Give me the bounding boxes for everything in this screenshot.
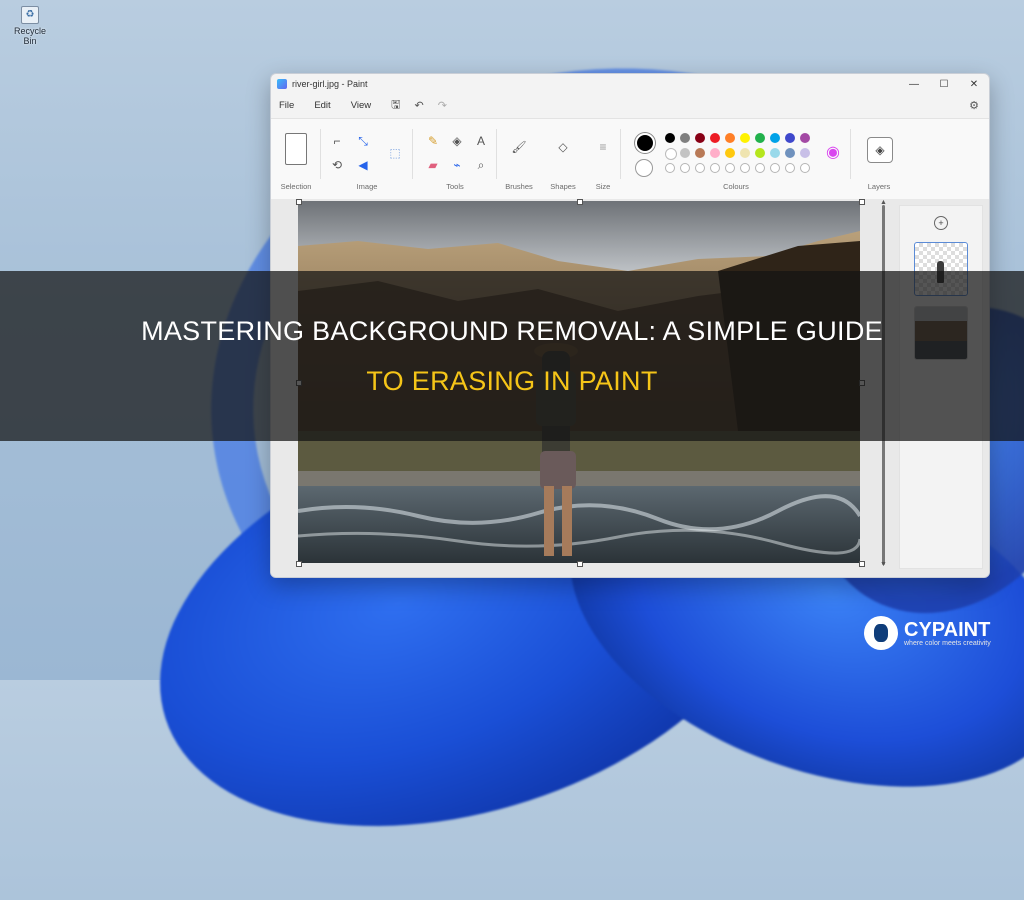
shapes-icon[interactable]: ◇ xyxy=(555,139,571,155)
magnifier-icon[interactable]: ⌕ xyxy=(473,157,489,173)
pencil-icon[interactable]: ✎ xyxy=(425,133,441,149)
canvas-resize-handle[interactable] xyxy=(577,199,583,205)
brand-logo: CYPAINT where color meets creativity xyxy=(864,616,991,650)
color-swatch[interactable] xyxy=(725,148,735,158)
headline-line-2: TO ERASING IN PAINT xyxy=(366,366,658,396)
selection-tool-icon[interactable] xyxy=(285,133,307,165)
color-swatch[interactable] xyxy=(740,133,750,143)
save-icon[interactable]: 🖫 xyxy=(391,96,400,115)
canvas-resize-handle[interactable] xyxy=(859,561,865,567)
group-layers: ◈ Layers xyxy=(863,125,895,195)
color-swatch[interactable] xyxy=(680,133,690,143)
group-colours: ◉ Colours xyxy=(621,125,851,195)
empty-color-slot[interactable] xyxy=(710,163,720,173)
text-icon[interactable]: A xyxy=(473,133,489,149)
menu-bar: File Edit View 🖫 ↶ ↷ ⚙ xyxy=(271,94,989,116)
menu-view[interactable]: View xyxy=(351,100,371,111)
size-icon[interactable]: ≡ xyxy=(595,139,611,155)
menu-edit[interactable]: Edit xyxy=(314,100,330,111)
color-swatch[interactable] xyxy=(710,133,720,143)
recycle-bin-icon: ♻ xyxy=(21,6,39,24)
edit-colors-icon[interactable]: ◉ xyxy=(825,145,841,161)
eraser-icon[interactable]: ▰ xyxy=(425,157,441,173)
headline-line-1: MASTERING BACKGROUND REMOVAL: A SIMPLE G… xyxy=(141,316,883,346)
color-picker-icon[interactable]: ⌁ xyxy=(449,157,465,173)
color-swatch[interactable] xyxy=(755,148,765,158)
group-label: Brushes xyxy=(505,182,533,191)
menu-file[interactable]: File xyxy=(279,100,294,111)
empty-color-slot[interactable] xyxy=(665,163,675,173)
group-size: ≡ Size xyxy=(585,125,621,195)
empty-color-slot[interactable] xyxy=(695,163,705,173)
minimize-button[interactable]: — xyxy=(899,79,929,90)
resize-icon[interactable]: ⤡ xyxy=(355,133,371,149)
settings-gear-icon[interactable]: ⚙ xyxy=(969,99,979,112)
empty-color-slot[interactable] xyxy=(785,163,795,173)
brand-splat-icon xyxy=(864,616,898,650)
title-bar[interactable]: river-girl.jpg - Paint — ☐ ✕ xyxy=(271,74,989,94)
brand-tagline: where color meets creativity xyxy=(904,639,991,647)
color-swatch[interactable] xyxy=(785,148,795,158)
color-swatch[interactable] xyxy=(695,133,705,143)
remove-background-icon[interactable]: ⬚ xyxy=(387,145,403,161)
canvas-resize-handle[interactable] xyxy=(577,561,583,567)
canvas-resize-handle[interactable] xyxy=(296,561,302,567)
desktop-icon-label: Recycle Bin xyxy=(13,26,46,46)
redo-icon[interactable]: ↷ xyxy=(438,99,447,112)
group-shapes: ◇ Shapes xyxy=(541,125,585,195)
undo-icon[interactable]: ↶ xyxy=(414,99,423,112)
empty-color-slot[interactable] xyxy=(740,163,750,173)
color-swatch[interactable] xyxy=(680,148,690,158)
close-button[interactable]: ✕ xyxy=(959,79,989,90)
group-label: Shapes xyxy=(550,182,576,191)
empty-color-slot[interactable] xyxy=(800,163,810,173)
brush-icon[interactable]: 🖌 xyxy=(511,139,527,155)
color-swatch[interactable] xyxy=(785,133,795,143)
color-swatch[interactable] xyxy=(800,148,810,158)
brand-name: CYPAINT xyxy=(904,618,991,641)
color-swatch[interactable] xyxy=(770,148,780,158)
rotate-icon[interactable]: ⟲ xyxy=(329,157,345,173)
flip-icon[interactable]: ◀ xyxy=(355,157,371,173)
color-swatch[interactable] xyxy=(740,148,750,158)
group-label: Image xyxy=(356,182,378,191)
group-label: Size xyxy=(595,182,611,191)
canvas-resize-handle[interactable] xyxy=(296,199,302,205)
ribbon: Selection ⌐ ⤡ ⟲ ◀ ⬚ Image ✎ ◈ A ▰ ⌁ ⌕ To… xyxy=(271,118,989,200)
color-swatch[interactable] xyxy=(710,148,720,158)
group-label: Tools xyxy=(446,182,464,191)
color-swatch[interactable] xyxy=(665,148,677,160)
layers-button[interactable]: ◈ xyxy=(867,137,893,163)
secondary-color[interactable] xyxy=(635,159,653,177)
group-tools: ✎ ◈ A ▰ ⌁ ⌕ Tools xyxy=(413,125,497,195)
canvas-resize-handle[interactable] xyxy=(859,199,865,205)
color-swatch[interactable] xyxy=(800,133,810,143)
empty-color-slot[interactable] xyxy=(680,163,690,173)
fill-icon[interactable]: ◈ xyxy=(449,133,465,149)
color-swatch[interactable] xyxy=(725,133,735,143)
color-swatch[interactable] xyxy=(755,133,765,143)
crop-icon[interactable]: ⌐ xyxy=(329,133,345,149)
window-title: river-girl.jpg - Paint xyxy=(292,79,368,89)
group-label: Colours xyxy=(723,182,749,191)
group-brushes: 🖌 Brushes xyxy=(497,125,541,195)
group-selection: Selection xyxy=(271,125,321,195)
color-swatch[interactable] xyxy=(770,133,780,143)
headline-band xyxy=(0,271,1024,441)
scroll-down-arrow[interactable]: ▼ xyxy=(880,561,887,568)
color-swatch[interactable] xyxy=(665,133,675,143)
add-layer-icon[interactable]: + xyxy=(934,216,948,230)
desktop-icon-recycle-bin[interactable]: ♻ Recycle Bin xyxy=(8,6,52,46)
paint-app-icon xyxy=(277,79,287,89)
color-swatch[interactable] xyxy=(695,148,705,158)
group-label: Layers xyxy=(867,182,891,191)
maximize-button[interactable]: ☐ xyxy=(929,79,959,90)
primary-color[interactable] xyxy=(635,133,655,153)
empty-color-slot[interactable] xyxy=(725,163,735,173)
empty-color-slot[interactable] xyxy=(770,163,780,173)
group-label: Selection xyxy=(280,182,312,191)
empty-color-slot[interactable] xyxy=(755,163,765,173)
group-image: ⌐ ⤡ ⟲ ◀ ⬚ Image xyxy=(321,125,413,195)
